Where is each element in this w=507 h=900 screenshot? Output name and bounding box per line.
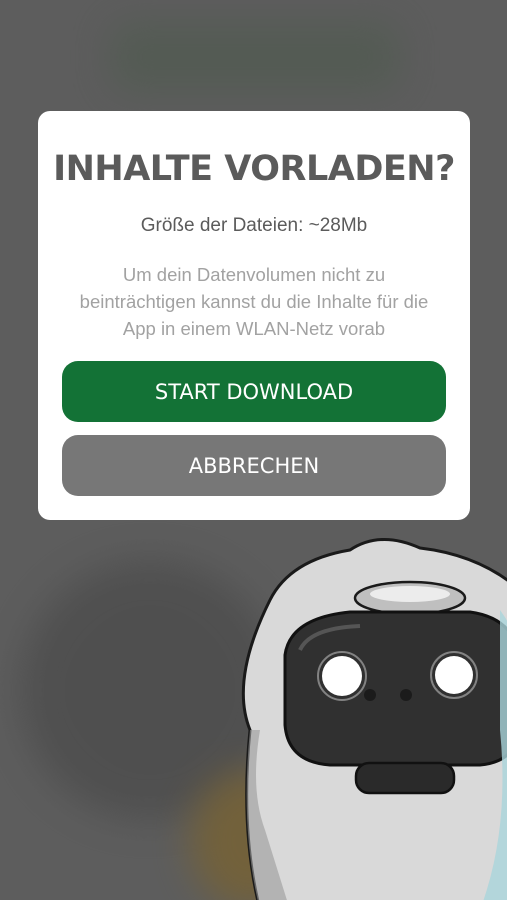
- cancel-button[interactable]: ABBRECHEN: [62, 435, 446, 496]
- background-header-blur: [110, 22, 400, 92]
- file-size-text: Größe der Dateien: ~28Mb: [140, 215, 368, 236]
- robot-mascot-icon: [241, 538, 507, 900]
- preload-dialog: INHALTE VORLADEN? Größe der Dateien: ~28…: [38, 111, 470, 520]
- dialog-title: INHALTE VORLADEN?: [53, 149, 455, 189]
- start-download-button[interactable]: START DOWNLOAD: [62, 361, 446, 422]
- dialog-description: Um dein Datenvolumen nicht zu beinträcht…: [79, 264, 429, 339]
